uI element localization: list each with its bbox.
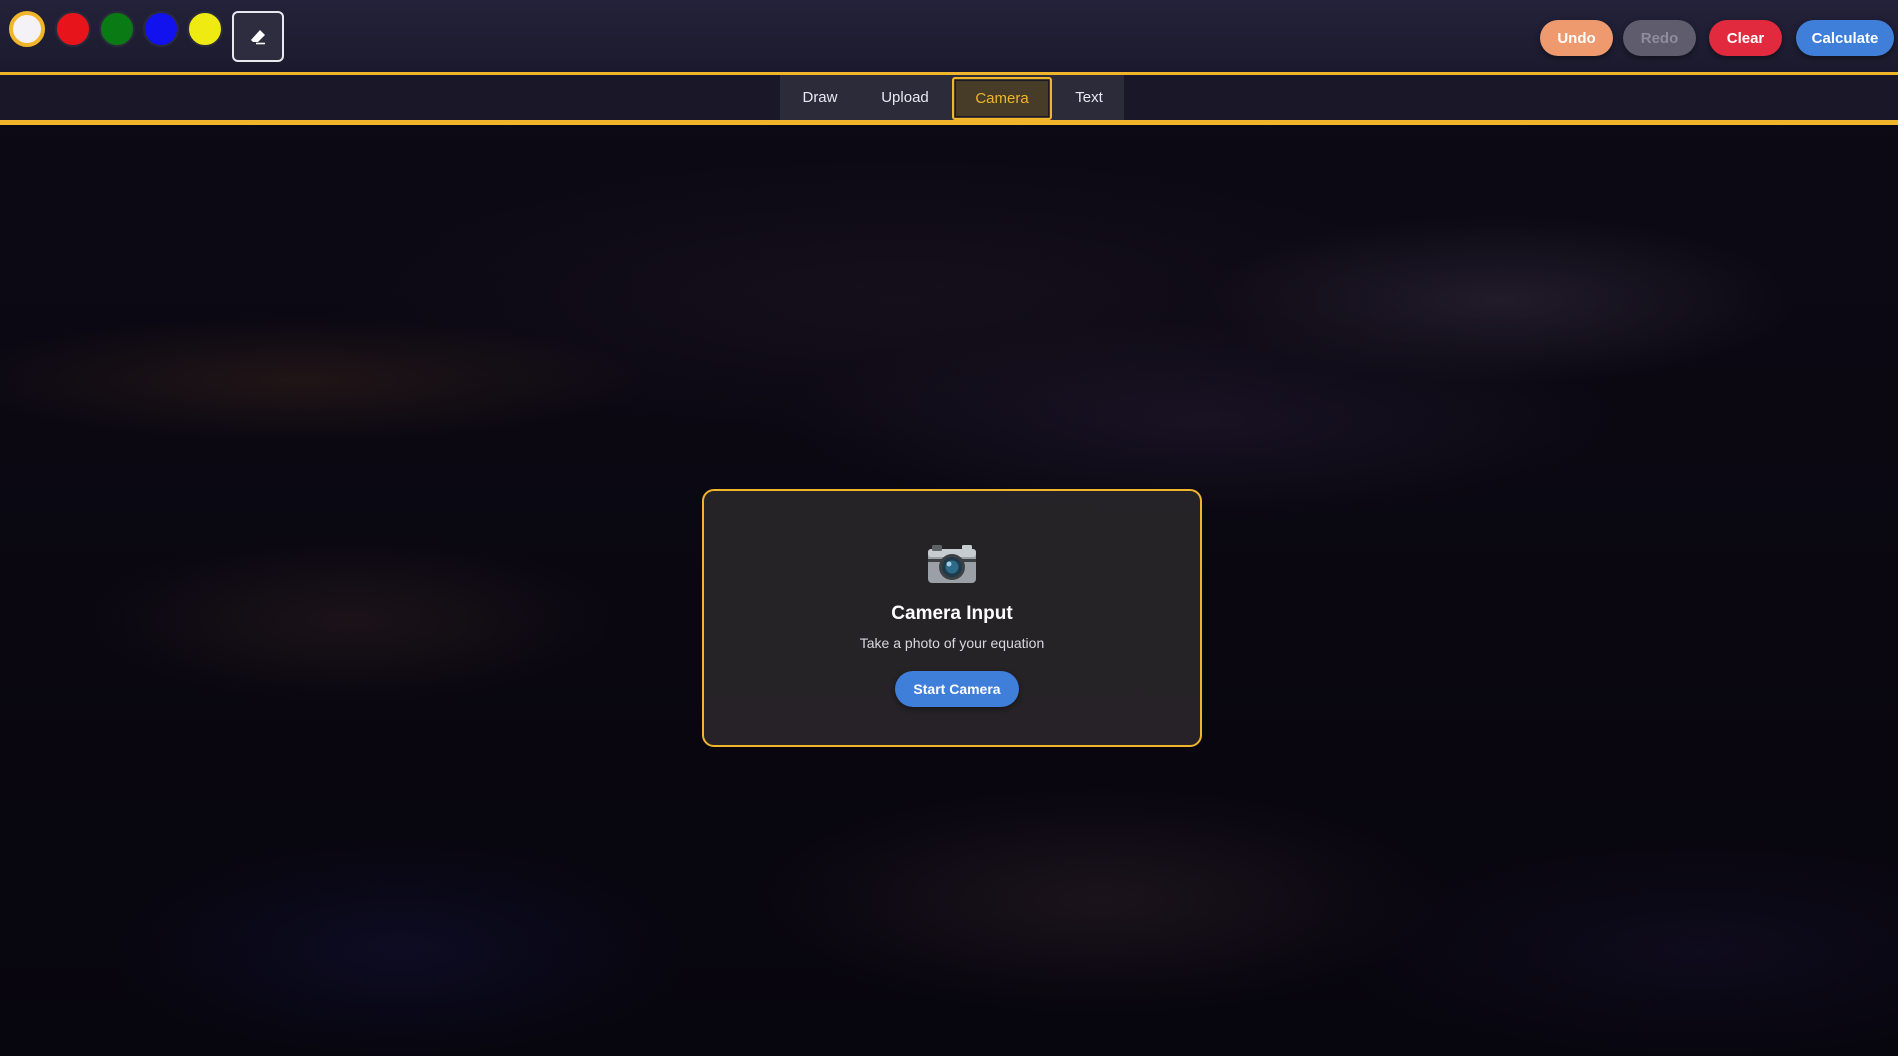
camera-card-title: Camera Input	[891, 603, 1013, 624]
input-mode-tabbar: Draw Upload Camera Text	[0, 75, 1898, 125]
color-swatch-green[interactable]	[99, 11, 135, 47]
camera-card-subtitle: Take a photo of your equation	[859, 635, 1045, 651]
tab-camera[interactable]: Camera	[952, 77, 1052, 120]
app-root: Undo Redo Clear Calculate Draw Upload Ca…	[0, 0, 1898, 1056]
tab-draw[interactable]: Draw	[780, 75, 860, 120]
start-camera-button[interactable]: Start Camera	[895, 671, 1019, 707]
eraser-icon	[251, 29, 265, 44]
camera-icon	[704, 539, 1200, 591]
color-swatch-white[interactable]	[9, 11, 45, 47]
tab-upload[interactable]: Upload	[860, 75, 950, 120]
camera-input-card: Camera Input Take a photo of your equati…	[702, 489, 1202, 747]
top-toolbar: Undo Redo Clear Calculate	[0, 0, 1898, 75]
tab-group: Draw Upload Camera Text	[780, 75, 1124, 120]
color-swatch-blue[interactable]	[143, 11, 179, 47]
color-swatch-red[interactable]	[55, 11, 91, 47]
clear-button[interactable]: Clear	[1709, 20, 1782, 56]
calculate-button[interactable]: Calculate	[1796, 20, 1894, 56]
color-swatch-yellow[interactable]	[187, 11, 223, 47]
undo-button[interactable]: Undo	[1540, 20, 1613, 56]
eraser-button[interactable]	[232, 11, 284, 62]
redo-button[interactable]: Redo	[1623, 20, 1696, 56]
tab-text[interactable]: Text	[1054, 75, 1124, 120]
